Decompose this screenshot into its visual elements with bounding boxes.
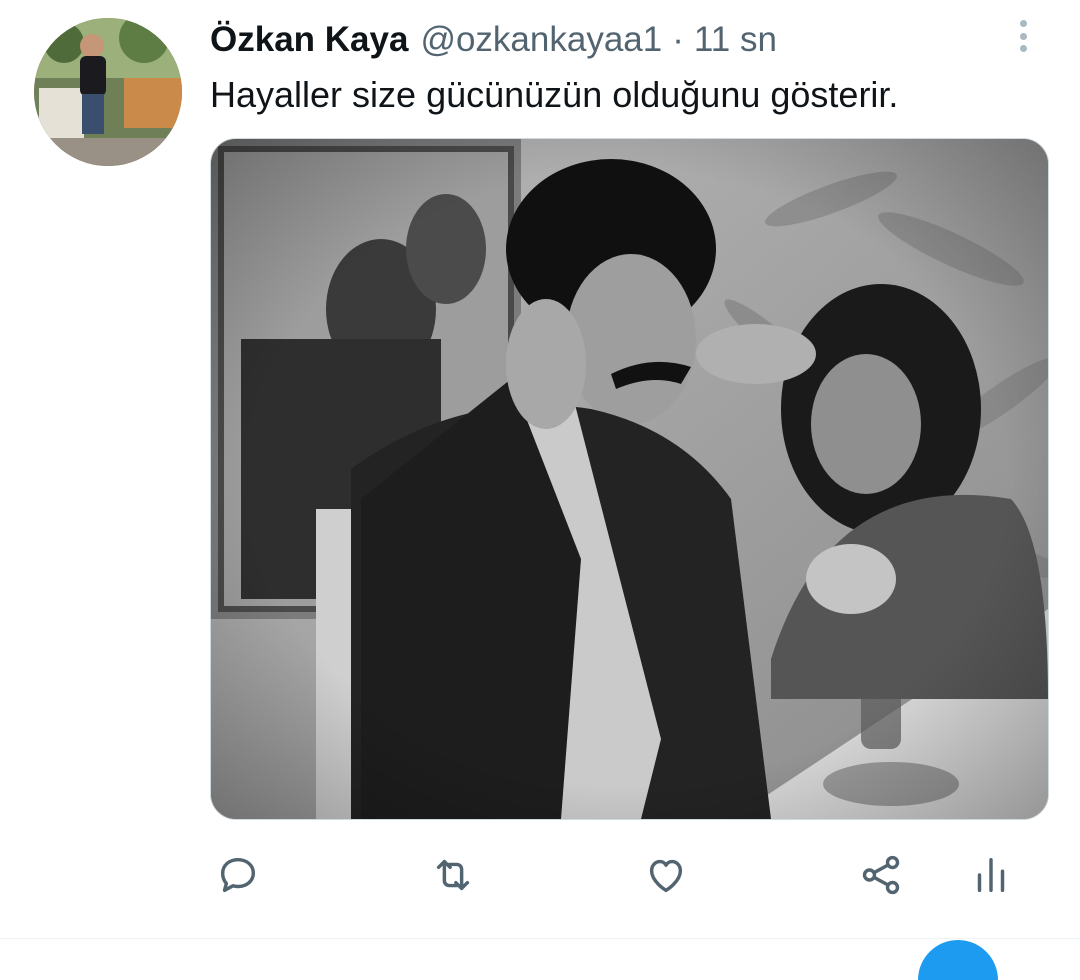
author-handle[interactable]: @ozkankayaa1 xyxy=(420,20,662,60)
like-icon xyxy=(649,859,683,893)
reply-icon xyxy=(220,857,256,893)
share-icon xyxy=(862,855,900,895)
separator-dot: · xyxy=(672,20,684,59)
author-avatar[interactable] xyxy=(34,18,182,166)
retweet-button[interactable] xyxy=(430,845,476,905)
tweet-media-image[interactable] xyxy=(210,138,1049,820)
more-dot xyxy=(1019,45,1027,52)
like-button[interactable] xyxy=(643,845,689,905)
more-options-icon[interactable] xyxy=(1008,16,1038,56)
compose-button[interactable] xyxy=(918,940,998,980)
tweet-text: Hayaller size gücünüzün olduğunu gösteri… xyxy=(210,74,899,115)
tweet-header: Özkan Kaya @ozkankayaa1 · 11 sn xyxy=(210,20,777,64)
avatar-image xyxy=(34,18,182,166)
reply-button[interactable] xyxy=(215,845,261,905)
more-dot xyxy=(1019,20,1027,27)
analytics-button[interactable] xyxy=(968,845,1014,905)
analytics-icon xyxy=(977,857,1005,893)
more-dot xyxy=(1019,32,1027,40)
tweet-timestamp[interactable]: 11 sn xyxy=(694,20,777,60)
retweet-icon xyxy=(436,859,470,891)
author-name[interactable]: Özkan Kaya xyxy=(210,20,408,60)
divider xyxy=(0,938,1080,939)
tweet-actions xyxy=(210,845,1030,905)
share-button[interactable] xyxy=(858,845,904,905)
media-photo xyxy=(211,139,1048,819)
